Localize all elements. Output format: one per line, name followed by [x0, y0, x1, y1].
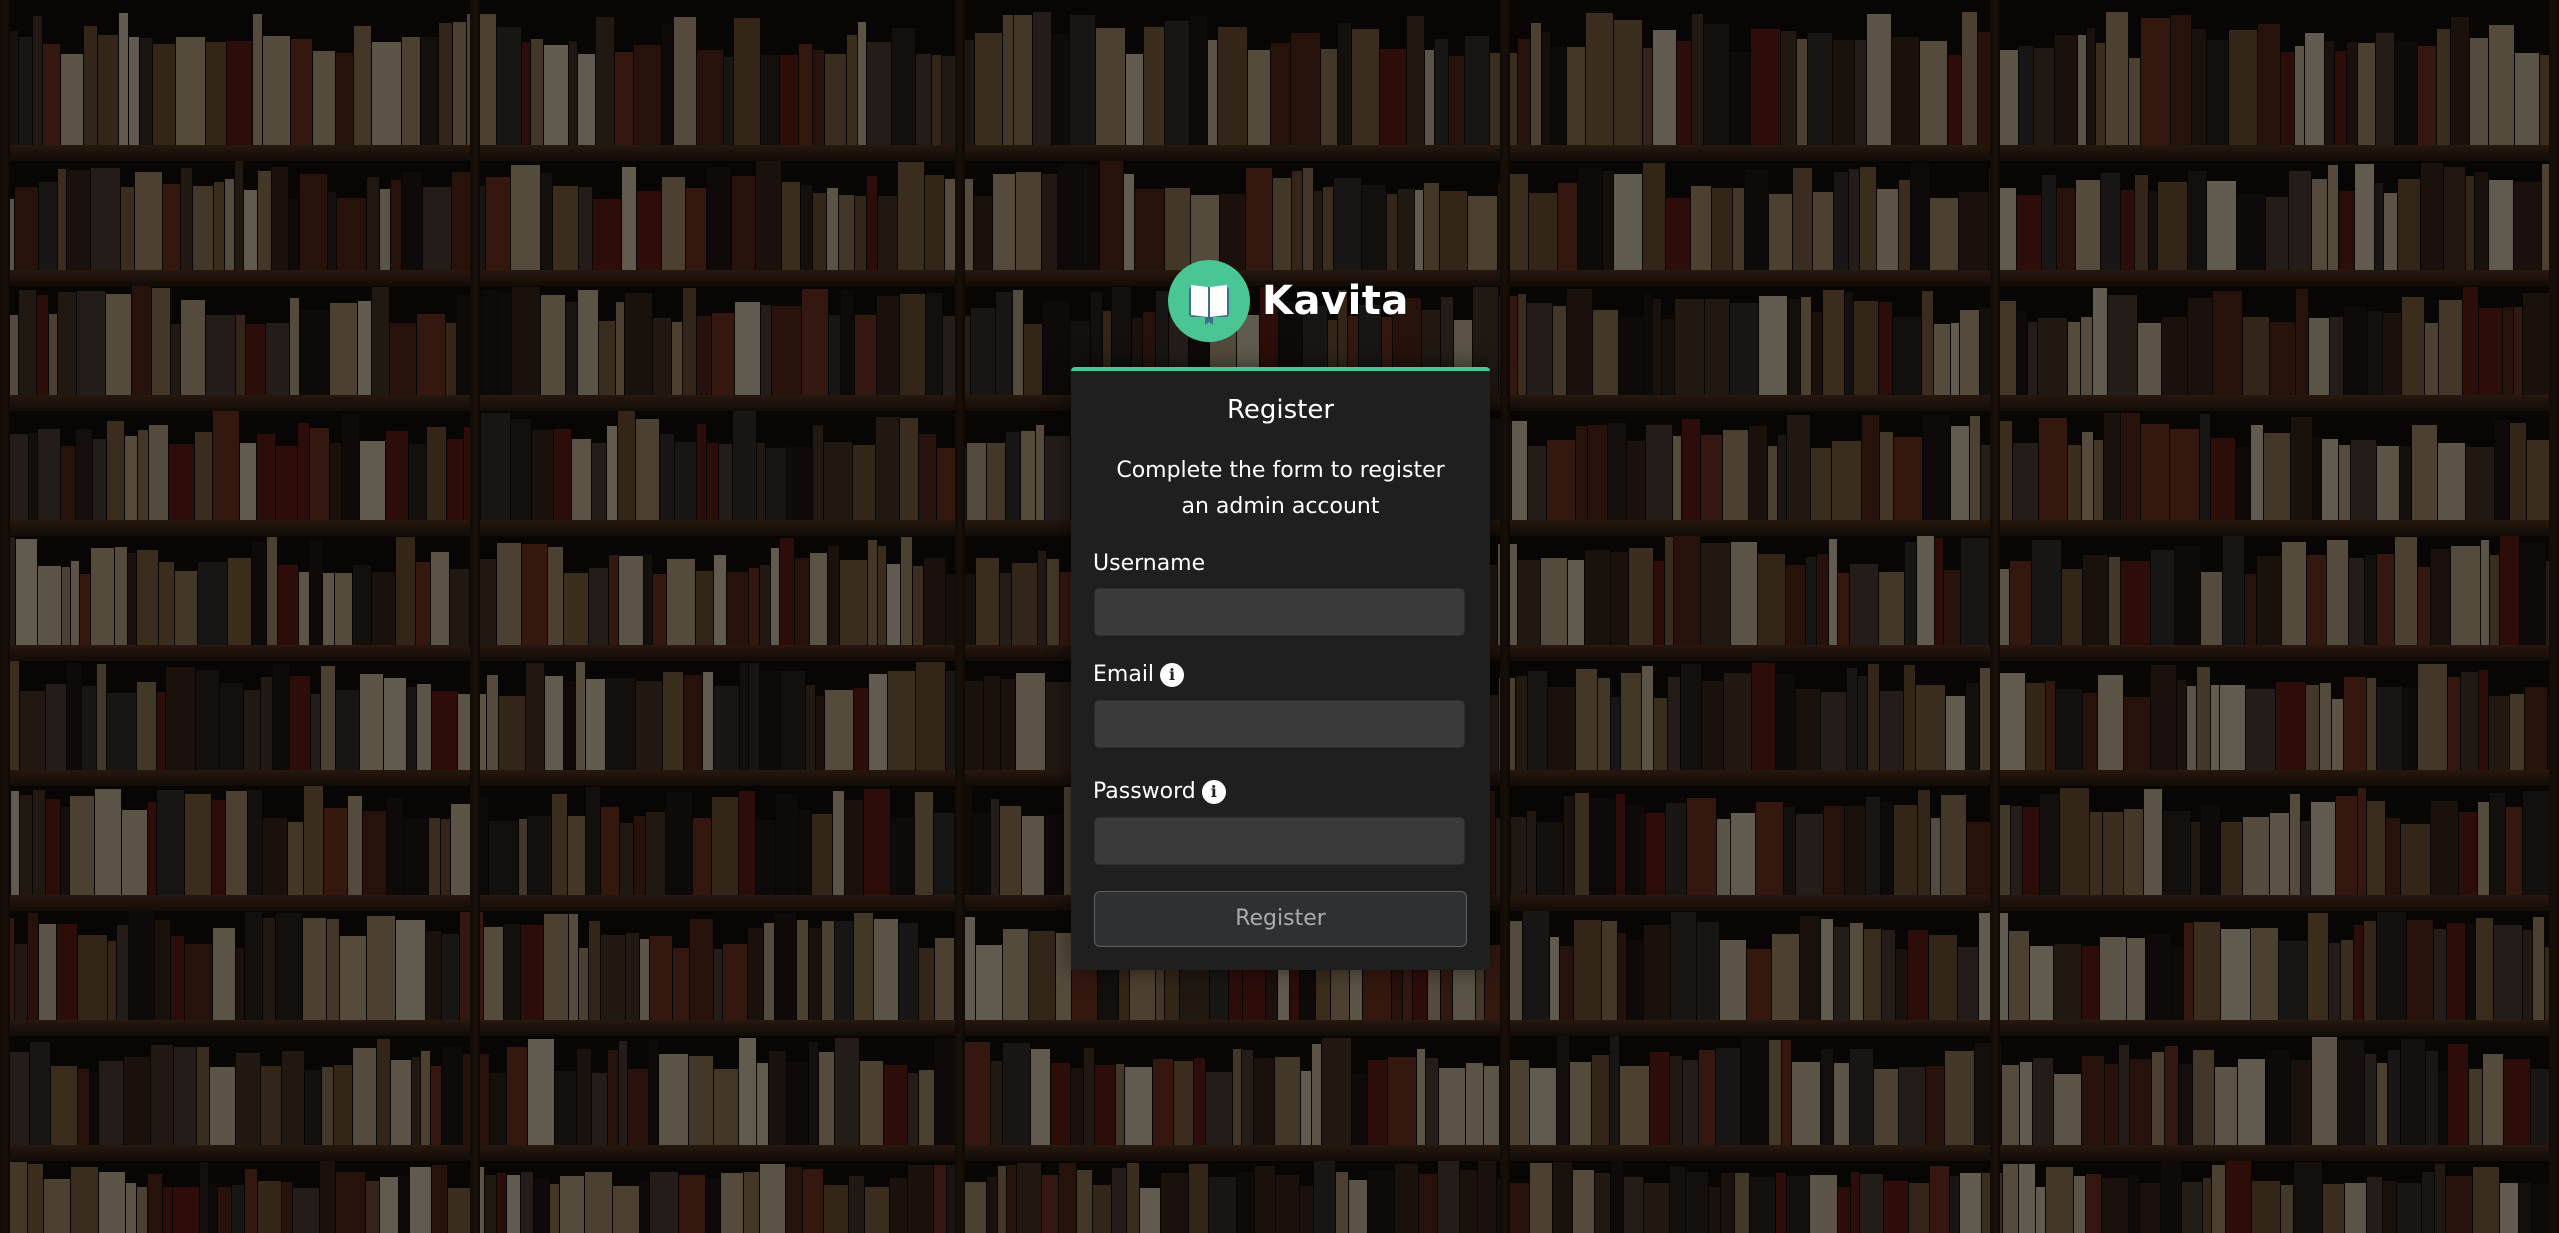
- password-label-text: Password: [1093, 779, 1196, 804]
- app-logo: Kavita: [1168, 260, 1409, 342]
- info-circle-icon[interactable]: i: [1160, 662, 1185, 687]
- register-button[interactable]: Register: [1094, 891, 1467, 947]
- email-label-text: Email: [1093, 662, 1155, 687]
- username-label: Username: [1093, 551, 1205, 576]
- username-label-text: Username: [1093, 551, 1206, 576]
- password-input[interactable]: [1094, 817, 1465, 865]
- email-label: Email i: [1093, 662, 1185, 687]
- email-input[interactable]: [1094, 700, 1465, 748]
- card-subtitle: Complete the form to register an admin a…: [1116, 458, 1445, 519]
- username-input[interactable]: [1094, 588, 1465, 636]
- card-title: Register: [1226, 395, 1335, 425]
- app-name: Kavita: [1262, 278, 1409, 324]
- open-book-icon: [1168, 260, 1250, 342]
- info-circle-icon[interactable]: i: [1201, 779, 1226, 804]
- register-card: Register Complete the form to register a…: [1071, 367, 1490, 970]
- password-label: Password i: [1093, 779, 1226, 804]
